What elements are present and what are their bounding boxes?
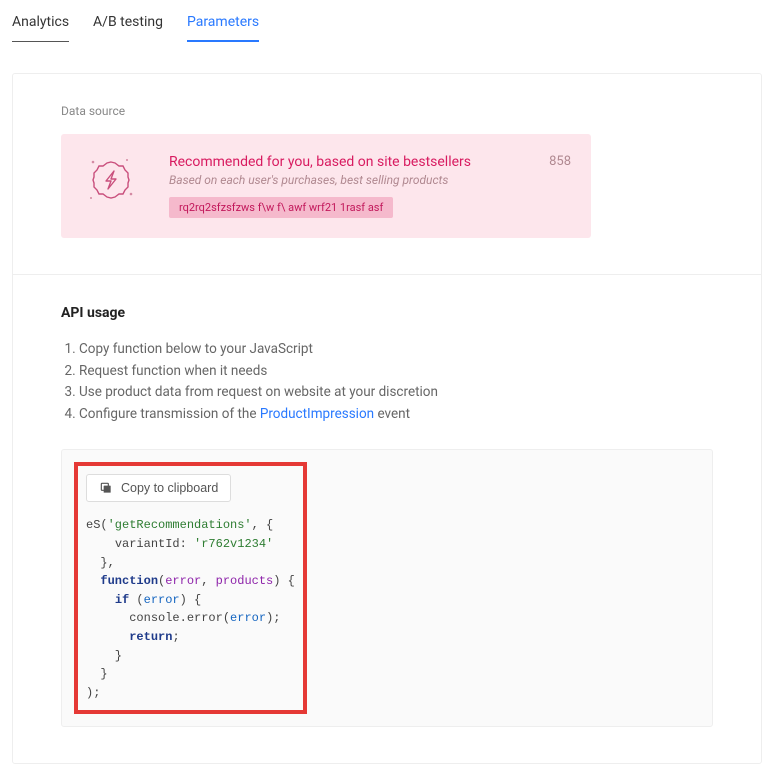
data-source-section: Data source Recommended for you, based o…	[13, 74, 761, 275]
api-step: Use product data from request on website…	[79, 382, 713, 404]
api-step-text: Configure transmission of the	[79, 406, 260, 422]
recommendation-title: Recommended for you, based on site bests…	[169, 154, 513, 170]
code-snippet: eS('getRecommendations', { variantId: 'r…	[86, 516, 295, 702]
tab-bar: Analytics A/B testing Parameters	[0, 0, 774, 43]
bolt-badge-icon	[81, 154, 141, 206]
api-usage-section: API usage Copy function below to your Ja…	[13, 275, 761, 763]
recommendation-chip: rq2rq2sfzsfzws f\w f\ awf wrf21 1rasf as…	[169, 197, 393, 218]
copy-to-clipboard-button[interactable]: Copy to clipboard	[86, 474, 231, 502]
api-step-text: event	[374, 406, 410, 422]
tab-parameters[interactable]: Parameters	[187, 8, 259, 42]
api-steps-list: Copy function below to your JavaScript R…	[61, 339, 713, 425]
tab-ab-testing[interactable]: A/B testing	[93, 8, 163, 42]
recommendation-banner: Recommended for you, based on site bests…	[61, 134, 591, 238]
api-step: Copy function below to your JavaScript	[79, 339, 713, 361]
code-highlight-box: Copy to clipboard eS('getRecommendations…	[74, 462, 307, 714]
recommendation-subtitle: Based on each user's purchases, best sel…	[169, 173, 513, 187]
code-card: Copy to clipboard eS('getRecommendations…	[61, 449, 713, 727]
recommendation-body: Recommended for you, based on site bests…	[169, 154, 513, 218]
api-usage-heading: API usage	[61, 305, 713, 321]
api-step: Configure transmission of the ProductImp…	[79, 404, 713, 426]
product-impression-link[interactable]: ProductImpression	[260, 406, 374, 422]
data-source-label: Data source	[61, 104, 713, 118]
tab-analytics[interactable]: Analytics	[12, 8, 69, 42]
api-step: Request function when it needs	[79, 361, 713, 383]
copy-button-label: Copy to clipboard	[121, 481, 218, 495]
recommendation-count: 858	[541, 154, 571, 169]
copy-icon	[99, 481, 113, 495]
content-card: Data source Recommended for you, based o…	[12, 73, 762, 764]
